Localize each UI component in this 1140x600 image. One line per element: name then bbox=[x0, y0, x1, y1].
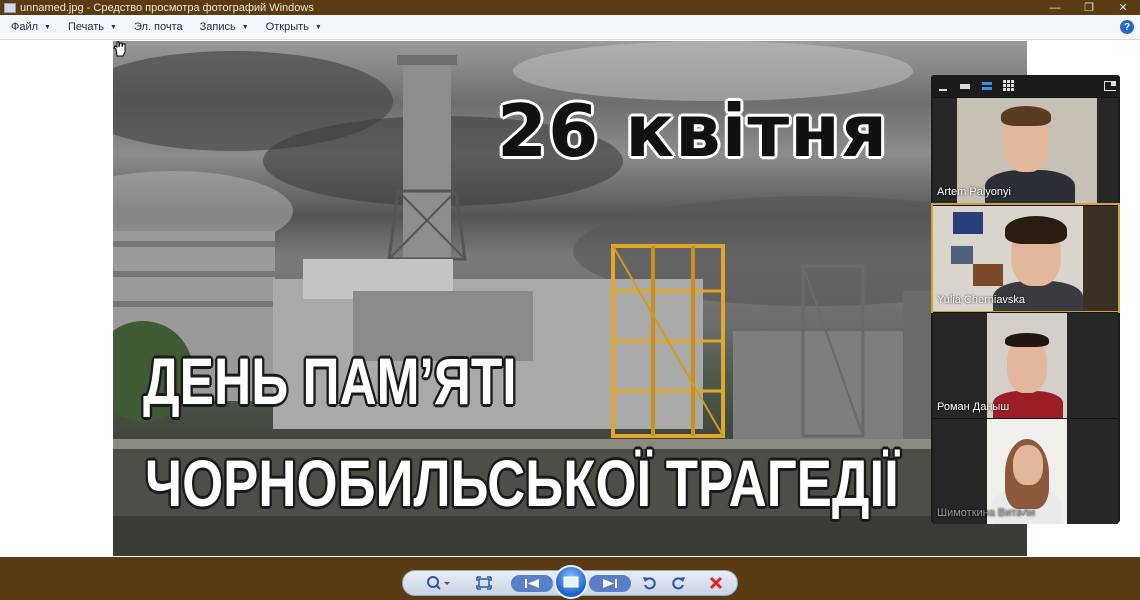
photo-viewer-icon bbox=[4, 2, 16, 13]
hand-cursor-icon bbox=[113, 41, 126, 57]
chevron-down-icon: ▼ bbox=[314, 23, 322, 31]
restore-button[interactable]: ❐ bbox=[1072, 0, 1106, 15]
menu-print-label: Печать bbox=[67, 21, 105, 33]
chevron-down-icon: ▼ bbox=[110, 23, 117, 31]
gallery-view-icon[interactable] bbox=[1003, 80, 1015, 91]
delete-icon bbox=[709, 576, 723, 590]
video-call-panel: Artem Palyonyi Yulia Cherniavska Роман Д… bbox=[931, 75, 1120, 524]
date-caption: 26 квітня bbox=[497, 89, 889, 173]
panel-toolbar bbox=[931, 75, 1120, 97]
participant-name: Artem Palyonyi bbox=[937, 186, 1011, 198]
viewer-controls bbox=[402, 565, 738, 599]
participant-tile[interactable]: Artem Palyonyi bbox=[933, 97, 1118, 203]
participant-name: Роман Даныш bbox=[937, 401, 1010, 413]
rotate-right-icon bbox=[672, 577, 685, 590]
chevron-down-icon: ▼ bbox=[241, 23, 249, 31]
minimize-panel-icon[interactable] bbox=[937, 81, 949, 91]
menu-file[interactable]: Файл ▼ bbox=[0, 15, 57, 40]
chevron-down-icon: ▼ bbox=[44, 23, 51, 31]
menu-open[interactable]: Открыть ▼ bbox=[255, 15, 328, 40]
rotate-counterclockwise-button[interactable] bbox=[639, 574, 661, 592]
minimize-button[interactable]: — bbox=[1038, 0, 1072, 15]
help-icon[interactable]: ? bbox=[1120, 20, 1134, 34]
participant-tile[interactable]: Yulia Cherniavska bbox=[931, 203, 1120, 313]
next-button[interactable] bbox=[589, 575, 631, 592]
memorial-title-line1: ДЕНЬ ПАМ’ЯТІ bbox=[143, 344, 517, 418]
magnifier-icon bbox=[427, 576, 450, 590]
delete-button[interactable] bbox=[705, 574, 727, 592]
menu-file-label: Файл bbox=[11, 21, 39, 33]
menu-email[interactable]: Эл. почта bbox=[123, 15, 189, 40]
zoom-button[interactable] bbox=[423, 574, 453, 592]
menu-print[interactable]: Печать ▼ bbox=[57, 15, 123, 40]
previous-button[interactable] bbox=[511, 575, 553, 592]
speaker-view-icon[interactable] bbox=[981, 81, 993, 91]
rotate-left-icon bbox=[643, 577, 656, 590]
thumbnail-view-icon[interactable] bbox=[959, 81, 971, 91]
slideshow-icon bbox=[563, 576, 579, 588]
participant-tile[interactable]: Роман Даныш bbox=[933, 312, 1118, 418]
actual-size-button[interactable] bbox=[473, 574, 495, 592]
title-bar: unnamed.jpg - Средство просмотра фотогра… bbox=[0, 0, 1140, 15]
bottom-toolbar bbox=[0, 557, 1140, 600]
fit-window-icon bbox=[476, 576, 492, 590]
menu-open-label: Открыть bbox=[265, 21, 309, 33]
next-icon bbox=[603, 579, 617, 588]
rotate-clockwise-button[interactable] bbox=[667, 574, 689, 592]
previous-icon bbox=[525, 579, 539, 588]
menu-bar: Файл ▼ Печать ▼ Эл. почта Запись ▼ Открыть ▼… bbox=[0, 15, 1140, 40]
participant-name: Yulia Cherniavska bbox=[937, 294, 1026, 306]
window-title: unnamed.jpg - Средство просмотра фотогра… bbox=[20, 1, 314, 14]
displayed-photo: 26 квітня ДЕНЬ ПАМ’ЯТІ ЧОРНОБИЛЬСЬКОЇ ТР… bbox=[113, 41, 1027, 556]
menu-email-label: Эл. почта bbox=[133, 21, 183, 33]
close-button[interactable]: ✕ bbox=[1106, 0, 1140, 15]
memorial-title-line2: ЧОРНОБИЛЬСЬКОЇ ТРАГЕДІЇ bbox=[145, 446, 899, 520]
expand-panel-icon[interactable] bbox=[1104, 81, 1116, 91]
menu-burn[interactable]: Запись ▼ bbox=[189, 15, 255, 40]
scroll-down-icon[interactable]: ⌄ bbox=[1018, 507, 1028, 521]
slideshow-button[interactable] bbox=[554, 565, 588, 599]
menu-burn-label: Запись bbox=[199, 21, 236, 33]
